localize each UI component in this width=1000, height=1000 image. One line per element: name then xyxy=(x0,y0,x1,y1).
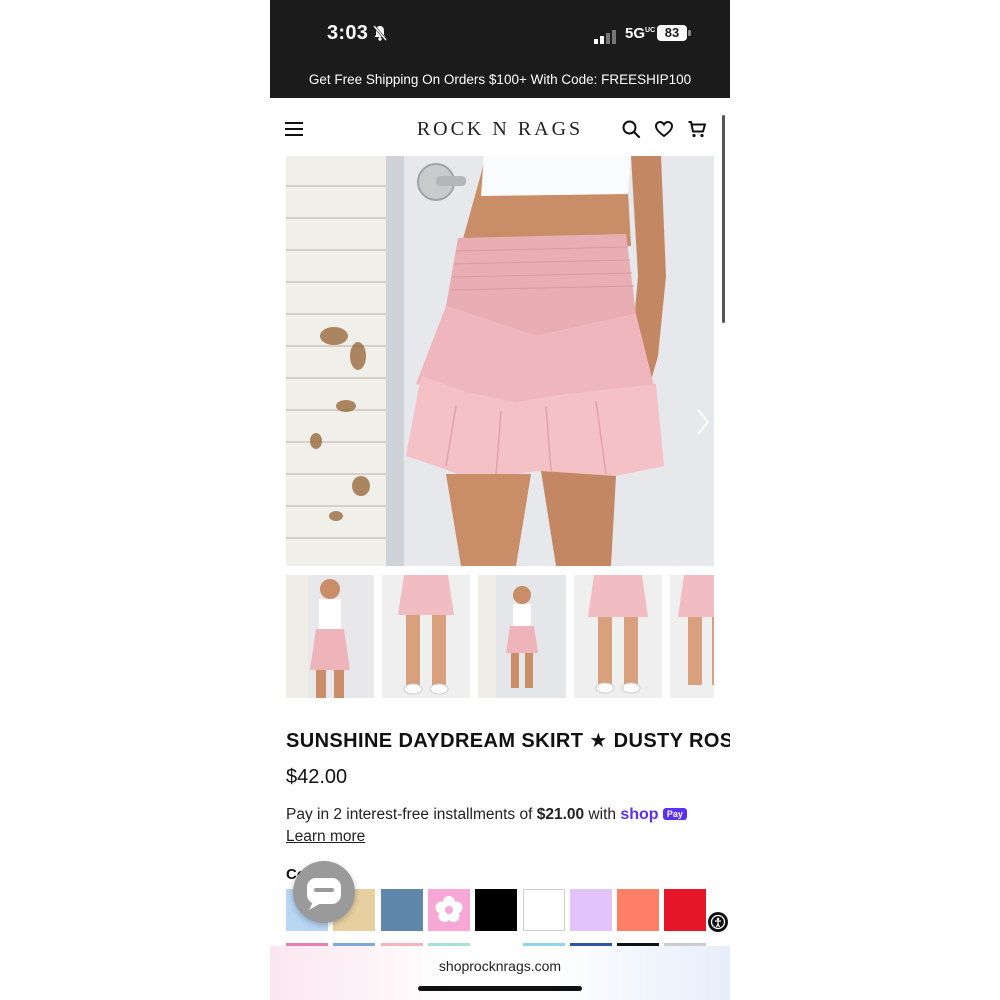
home-indicator xyxy=(418,986,582,991)
battery-icon: 83 xyxy=(657,25,687,41)
color-swatch[interactable] xyxy=(475,889,518,931)
accessibility-icon[interactable] xyxy=(708,912,728,932)
status-time: 3:03 xyxy=(327,22,369,44)
thumbnail-5[interactable] xyxy=(670,575,714,698)
browser-url[interactable]: shoprocknrags.com xyxy=(270,958,730,974)
search-icon[interactable] xyxy=(621,119,641,139)
color-swatch[interactable] xyxy=(380,889,423,931)
shop-pay-logo: shop xyxy=(620,806,659,823)
color-swatch[interactable] xyxy=(617,889,660,931)
browser-address-bar[interactable]: shoprocknrags.com xyxy=(270,946,730,1000)
thumbnail-4[interactable] xyxy=(574,575,662,698)
chat-bubble-icon xyxy=(307,878,341,910)
silent-bell-icon xyxy=(373,25,387,41)
cart-icon[interactable] xyxy=(687,119,707,139)
color-swatch-flower[interactable] xyxy=(427,889,470,931)
learn-more-link[interactable]: Learn more xyxy=(286,828,365,846)
chevron-right-icon[interactable] xyxy=(696,408,710,436)
color-swatch[interactable] xyxy=(569,889,612,931)
chat-button[interactable] xyxy=(293,861,355,923)
product-title: SUNSHINE DAYDREAM SKIRT ★ DUSTY ROSE xyxy=(286,730,730,752)
shop-pay-installments: Pay in 2 interest-free installments of $… xyxy=(286,806,687,824)
thumbnail-2[interactable] xyxy=(382,575,470,698)
product-main-image[interactable] xyxy=(286,156,714,566)
thumbnail-3[interactable] xyxy=(478,575,566,698)
thumbnail-gallery xyxy=(286,575,714,698)
shop-pay-badge: Pay xyxy=(662,808,687,820)
color-swatch[interactable] xyxy=(664,889,707,931)
promo-banner[interactable]: Get Free Shipping On Orders $100+ With C… xyxy=(270,72,730,87)
page-scrollbar[interactable] xyxy=(722,115,725,323)
battery-tip xyxy=(688,30,691,36)
heart-icon[interactable] xyxy=(654,119,674,139)
installment-amount: $21.00 xyxy=(536,806,585,823)
installments-with: with xyxy=(584,806,621,823)
phone-screen: 3:03 5GUC 83 Get Free Shipping On Orders… xyxy=(270,0,730,1000)
network-type: 5GUC xyxy=(625,25,656,42)
site-header: ROCK N RAGS xyxy=(270,98,730,156)
signal-icon xyxy=(594,26,618,44)
color-swatch[interactable] xyxy=(522,889,565,931)
product-price: $42.00 xyxy=(286,766,348,788)
thumbnail-1[interactable] xyxy=(286,575,374,698)
installments-text: Pay in 2 interest-free installments of xyxy=(286,806,537,823)
status-bar: 3:03 5GUC 83 Get Free Shipping On Orders… xyxy=(270,0,730,98)
